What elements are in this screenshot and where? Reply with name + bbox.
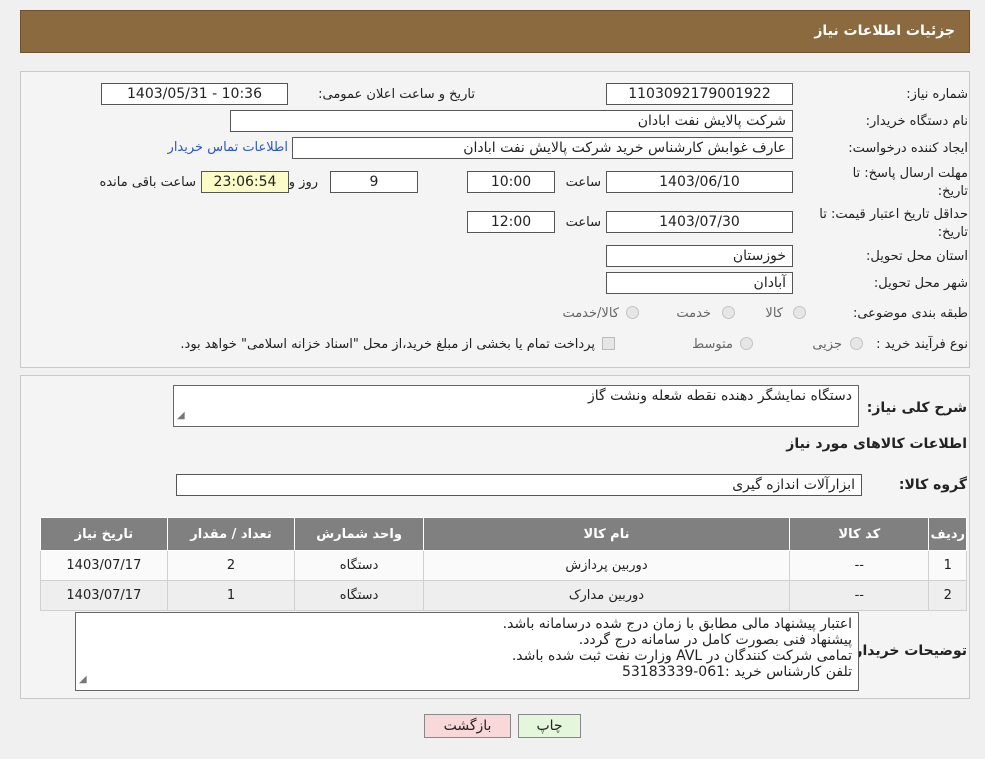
remaining-time-field: 23:06:54 — [201, 171, 289, 193]
deadline-time-label: ساعت — [565, 175, 601, 190]
cell-date: 1403/07/17 — [40, 580, 168, 611]
process-minor-radio[interactable] — [850, 337, 863, 350]
cell-unit: دستگاه — [294, 550, 424, 581]
process-medium-label: متوسط — [692, 337, 733, 352]
category-both-label: کالا/خدمت — [562, 306, 619, 321]
cell-qty: 2 — [166, 550, 296, 581]
notes-line: اعتبار پیشنهاد مالی مطابق با زمان درج شد… — [502, 616, 852, 632]
need-number-label: شماره نیاز: — [906, 87, 968, 102]
buyer-org-field[interactable]: شرکت پالایش نفت ابادان — [230, 110, 793, 132]
resize-grip-icon: ◢ — [177, 410, 185, 421]
table-header-row: ردیف کد کالا نام کالا واحد شمارش تعداد /… — [40, 517, 967, 551]
creator-label: ایجاد کننده درخواست: — [848, 141, 968, 156]
col-code-header: کد کالا — [789, 517, 930, 551]
process-note: پرداخت تمام یا بخشی از مبلغ خرید،از محل … — [180, 337, 595, 352]
notes-line: تمامی شرکت کنندگان در AVL وزارت نفت ثبت … — [511, 648, 852, 664]
back-button[interactable]: بازگشت — [424, 714, 511, 738]
group-field[interactable]: ابزارآلات اندازه گیری — [176, 474, 862, 496]
category-service-radio[interactable] — [722, 306, 735, 319]
desc-textarea[interactable]: دستگاه نمایشگر دهنده نقطه شعله ونشت گاز … — [173, 385, 859, 427]
cell-code: -- — [789, 580, 930, 611]
cell-qty: 1 — [166, 580, 296, 611]
buyer-contact-link[interactable]: اطلاعات تماس خریدار — [168, 140, 288, 155]
col-name-header: نام کالا — [422, 517, 791, 551]
cell-code: -- — [789, 550, 930, 581]
notes-textarea[interactable]: اعتبار پیشنهاد مالی مطابق با زمان درج شد… — [75, 612, 859, 691]
buyer-org-label: نام دستگاه خریدار: — [865, 114, 968, 129]
category-both-radio[interactable] — [626, 306, 639, 319]
city-field[interactable]: آبادان — [606, 272, 793, 294]
province-field[interactable]: خوزستان — [606, 245, 793, 267]
category-service-label: خدمت — [676, 306, 711, 321]
notes-line: تلفن کارشناس خرید :061-53183339 — [621, 664, 852, 680]
deadline-time-field[interactable]: 10:00 — [467, 171, 555, 193]
city-label: شهر محل تحویل: — [873, 276, 968, 291]
creator-field[interactable]: عارف غوابش کارشناس خرید شرکت پالایش نفت … — [292, 137, 793, 159]
col-qty-header: تعداد / مقدار — [166, 517, 296, 551]
cell-unit: دستگاه — [294, 580, 424, 611]
category-goods-label: کالا — [765, 306, 783, 321]
group-label: گروه کالا: — [898, 477, 967, 493]
table-row: 1 -- دوربین پردازش دستگاه 2 1403/07/17 — [40, 550, 967, 581]
announce-label: تاریخ و ساعت اعلان عمومی: — [318, 87, 475, 102]
cell-name: دوربین پردازش — [422, 550, 791, 581]
page-title: جزئیات اطلاعات نیاز — [814, 23, 955, 39]
announce-field[interactable]: 1403/05/31 - 10:36 — [101, 83, 288, 105]
process-minor-label: جزیی — [812, 337, 842, 352]
cell-row: 1 — [928, 550, 967, 581]
col-row-header: ردیف — [928, 517, 967, 551]
validity-time-label: ساعت — [565, 215, 601, 230]
deadline-date-field[interactable]: 1403/06/10 — [606, 171, 793, 193]
validity-date-field[interactable]: 1403/07/30 — [606, 211, 793, 233]
days-field[interactable]: 9 — [330, 171, 418, 193]
validity-label: حداقل تاریخ اعتبار قیمت: تا تاریخ: — [819, 207, 968, 240]
cell-date: 1403/07/17 — [40, 550, 168, 581]
resize-grip-icon: ◢ — [79, 674, 87, 685]
treasury-checkbox[interactable] — [602, 337, 615, 350]
process-label: نوع فرآیند خرید : — [876, 337, 968, 352]
days-label: روز و — [288, 175, 318, 190]
deadline-label: مهلت ارسال پاسخ: تا تاریخ: — [852, 166, 968, 199]
remaining-label: ساعت باقی مانده — [99, 175, 196, 190]
goods-table: ردیف کد کالا نام کالا واحد شمارش تعداد /… — [40, 517, 967, 611]
validity-time-field[interactable]: 12:00 — [467, 211, 555, 233]
cell-row: 2 — [928, 580, 967, 611]
notes-label: توضیحات خریدار: — [848, 643, 967, 659]
col-unit-header: واحد شمارش — [294, 517, 424, 551]
category-label: طبقه بندی موضوعی: — [852, 306, 968, 321]
page-header: جزئیات اطلاعات نیاز — [20, 10, 970, 53]
desc-text: دستگاه نمایشگر دهنده نقطه شعله ونشت گاز — [587, 388, 852, 404]
province-label: استان محل تحویل: — [866, 249, 968, 264]
process-medium-radio[interactable] — [740, 337, 753, 350]
col-date-header: تاریخ نیاز — [40, 517, 168, 551]
need-number-field[interactable]: 1103092179001922 — [606, 83, 793, 105]
goods-info-title: اطلاعات کالاهای مورد نیاز — [786, 436, 967, 452]
desc-label: شرح کلی نیاز: — [866, 400, 967, 416]
print-button[interactable]: چاپ — [518, 714, 581, 738]
notes-line: پیشنهاد فنی بصورت کامل در سامانه درج گرد… — [578, 632, 852, 648]
cell-name: دوربین مدارک — [422, 580, 791, 611]
table-row: 2 -- دوربین مدارک دستگاه 1 1403/07/17 — [40, 580, 967, 611]
category-goods-radio[interactable] — [793, 306, 806, 319]
